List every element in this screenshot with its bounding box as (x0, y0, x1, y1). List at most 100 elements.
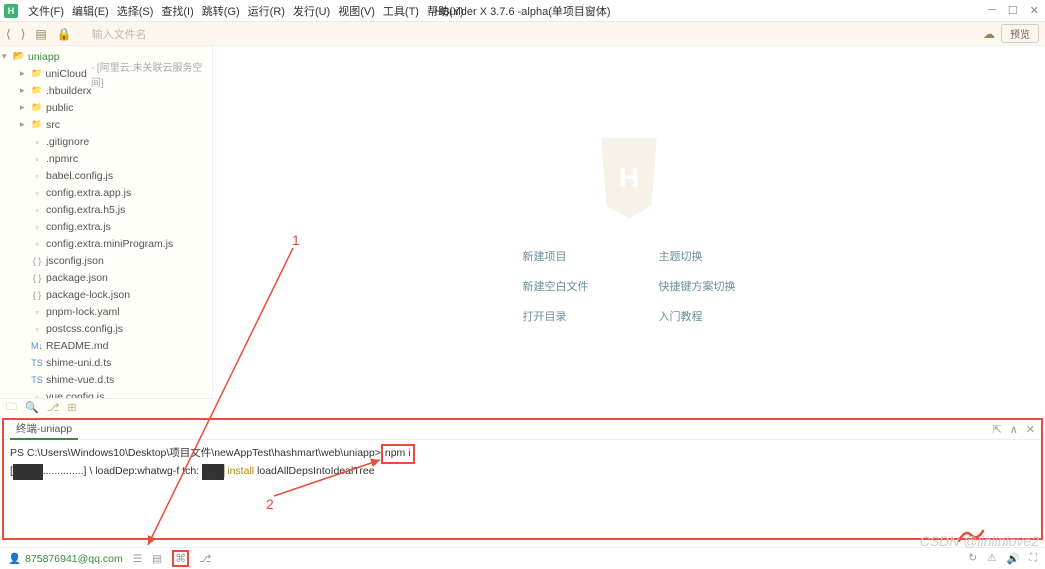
js-icon: ▫ (30, 324, 44, 334)
folder-icon: 📁 (30, 85, 44, 96)
terminal-command: npm i (381, 444, 415, 464)
terminal-tab[interactable]: 终端-uniapp (10, 419, 78, 440)
search-icon[interactable]: 🔍 (25, 401, 39, 414)
cloud-icon[interactable]: ☁ (983, 27, 995, 41)
close-icon[interactable]: ✕ (1030, 4, 1039, 17)
tree-item[interactable]: ▫pnpm-lock.yaml (0, 303, 212, 320)
tree-item-label: package-lock.json (46, 289, 130, 301)
sidebar-footer: 🗀 🔍 ⎇ ⊞ (0, 398, 213, 416)
warn-icon[interactable]: ⚠ (987, 552, 996, 565)
terminal-toggle-button[interactable]: ⌘ (172, 550, 189, 567)
tree-item[interactable]: { }package.json (0, 269, 212, 286)
git-icon[interactable]: ⎇ (47, 401, 60, 414)
tree-item-label: config.extra.h5.js (46, 204, 125, 216)
terminal-popout-icon[interactable]: ⇱ (993, 423, 1002, 436)
menu-item[interactable]: 工具(T) (379, 6, 423, 18)
welcome-link[interactable]: 主题切换 (659, 248, 736, 264)
plugin-icon[interactable]: ⊞ (67, 401, 76, 414)
tree-item[interactable]: ▫babel.config.js (0, 167, 212, 184)
tree-item[interactable]: ▸📁uniCloud- [阿里云:未关联云服务空间] (0, 65, 212, 82)
welcome-link[interactable]: 入门教程 (659, 308, 736, 324)
tree-item-label: README.md (46, 340, 108, 352)
terminal-collapse-icon[interactable]: ∧ (1010, 423, 1018, 436)
file-icon: ▫ (30, 307, 44, 317)
js-icon: ▫ (30, 239, 44, 249)
tree-item[interactable]: ▫config.extra.js (0, 218, 212, 235)
terminal-close-icon[interactable]: ✕ (1026, 423, 1035, 436)
tree-item[interactable]: ▸📁public (0, 99, 212, 116)
folder-icon: 📁 (30, 119, 44, 130)
app-logo: H (4, 4, 18, 18)
menu-item[interactable]: 文件(F) (24, 6, 68, 18)
maximize-icon[interactable]: ☐ (1008, 4, 1018, 17)
terminal-panel: 终端-uniapp ⇱ ∧ ✕ PS C:\Users\Windows10\De… (2, 418, 1043, 540)
tree-item[interactable]: ▫.gitignore (0, 133, 212, 150)
search-input[interactable]: 输入文件名 (92, 26, 147, 42)
js-icon: ▫ (30, 222, 44, 232)
folder-icon[interactable]: 🗀 (6, 398, 17, 417)
nav-back-icon[interactable]: ⟨ (6, 27, 11, 41)
diff-icon[interactable]: ▤ (152, 553, 162, 565)
expand-icon[interactable]: ▸ (20, 68, 30, 79)
explorer-icon[interactable]: ▤ (35, 27, 46, 41)
tree-item[interactable]: ▫.npmrc (0, 150, 212, 167)
welcome-link[interactable]: 快捷键方案切换 (659, 278, 736, 294)
welcome-link[interactable]: 打开目录 (523, 308, 589, 324)
tree-root[interactable]: uniapp (28, 51, 60, 63)
menu-item[interactable]: 查找(I) (157, 6, 197, 18)
menu-item[interactable]: 视图(V) (334, 6, 379, 18)
sound-icon[interactable]: 🔊 (1007, 552, 1020, 565)
tree-item[interactable]: { }jsconfig.json (0, 252, 212, 269)
tree-item-label: config.extra.miniProgram.js (46, 238, 173, 250)
menu-item[interactable]: 编辑(E) (68, 6, 113, 18)
annotation-2: 2 (266, 496, 274, 512)
menu-item[interactable]: 选择(S) (113, 6, 158, 18)
tree-item[interactable]: { }package-lock.json (0, 286, 212, 303)
statusbar: 👤 875876941@qq.com ☰ ▤ ⌘ ⎇ ↻ ⚠ 🔊 ⛶ (0, 547, 1045, 569)
hbuilder-logo: H (594, 138, 664, 218)
list-icon[interactable]: ☰ (133, 553, 142, 565)
tree-item[interactable]: M↓README.md (0, 337, 212, 354)
tree-item-label: public (46, 102, 73, 114)
expand-icon[interactable]: ▸ (20, 85, 30, 96)
tree-item[interactable]: ▸📁src (0, 116, 212, 133)
user-account[interactable]: 👤 875876941@qq.com (8, 552, 123, 565)
expand-icon[interactable]: ▸ (20, 119, 30, 130)
branch-icon[interactable]: ⎇ (199, 553, 211, 565)
js-icon: ▫ (30, 188, 44, 198)
tree-item[interactable]: ▫config.extra.h5.js (0, 201, 212, 218)
tree-item[interactable]: ▫config.extra.app.js (0, 184, 212, 201)
preview-button[interactable]: 预览 (1001, 24, 1039, 43)
terminal-body[interactable]: PS C:\Users\Windows10\Desktop\项目文件\newAp… (4, 440, 1041, 484)
user-icon: 👤 (8, 552, 21, 565)
tree-item-label: uniCloud (45, 68, 86, 80)
minimize-icon[interactable]: ─ (988, 4, 996, 17)
file-icon: ▫ (30, 154, 44, 164)
tree-item-label: babel.config.js (46, 170, 113, 182)
welcome-link[interactable]: 新建空白文件 (523, 278, 589, 294)
tree-item[interactable]: TSshime-uni.d.ts (0, 354, 212, 371)
tree-item[interactable]: ▫postcss.config.js (0, 320, 212, 337)
menu-item[interactable]: 运行(R) (244, 6, 289, 18)
lock-icon[interactable]: 🔒 (57, 27, 72, 41)
tree-item-label: config.extra.app.js (46, 187, 131, 199)
js-icon: ▫ (30, 205, 44, 215)
tree-item[interactable]: ▫config.extra.miniProgram.js (0, 235, 212, 252)
watermark-icon (957, 527, 985, 543)
tree-item-label: postcss.config.js (46, 323, 123, 335)
menubar: H 文件(F)编辑(E)选择(S)查找(I)跳转(G)运行(R)发行(U)视图(… (0, 0, 1045, 22)
tree-item-label: shime-uni.d.ts (46, 357, 111, 369)
tree-item-label: jsconfig.json (46, 255, 104, 267)
tree-item-label: package.json (46, 272, 108, 284)
annotation-1: 1 (292, 232, 300, 248)
welcome-link[interactable]: 新建项目 (523, 248, 589, 264)
sync-icon[interactable]: ↻ (968, 552, 977, 565)
menu-item[interactable]: 发行(U) (289, 6, 334, 18)
expand-icon[interactable]: ⛶ (1030, 552, 1037, 565)
tree-item[interactable]: TSshime-vue.d.ts (0, 371, 212, 388)
nav-fwd-icon[interactable]: ⟩ (21, 27, 26, 41)
expand-icon[interactable]: ▸ (20, 102, 30, 113)
menu-item[interactable]: 跳转(G) (198, 6, 244, 18)
ts-icon: TS (30, 375, 44, 385)
expand-icon[interactable]: ▾ (2, 51, 12, 62)
